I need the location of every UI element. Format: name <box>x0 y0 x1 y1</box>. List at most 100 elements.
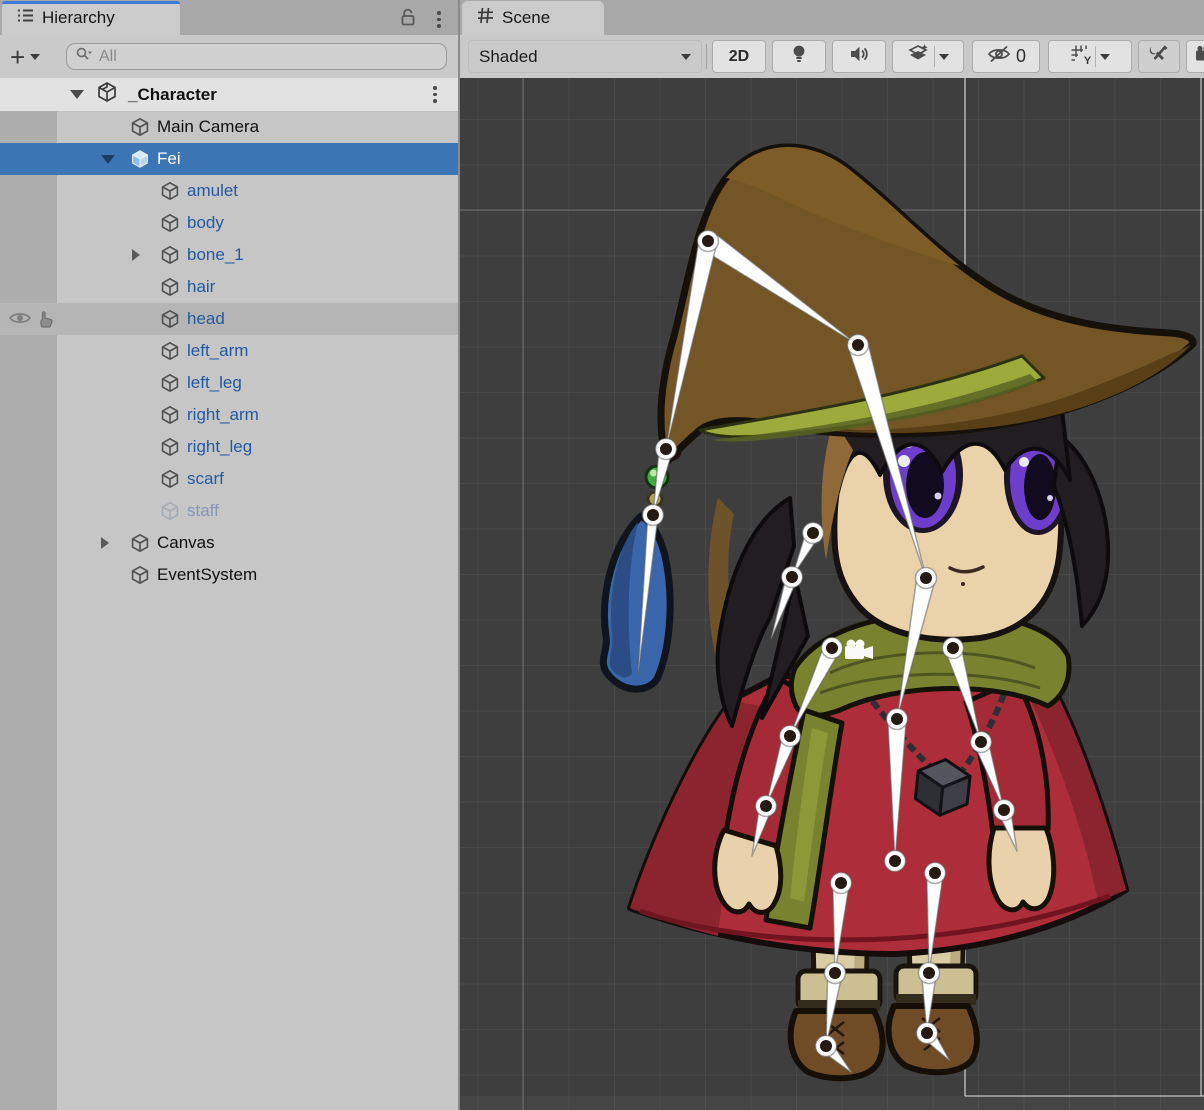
bone-joint-hat-tip[interactable] <box>656 439 677 460</box>
hierarchy-item-left_arm[interactable]: left_arm <box>0 335 458 367</box>
hat-feather <box>603 444 680 689</box>
toolbar-separator <box>706 44 707 69</box>
camera-icon <box>1194 44 1204 69</box>
cube-icon <box>160 501 180 521</box>
search-input[interactable] <box>97 47 438 67</box>
hierarchy-item-right_leg[interactable]: right_leg <box>0 431 458 463</box>
hierarchy-tab-label: Hierarchy <box>42 8 115 28</box>
item-label: head <box>187 309 225 329</box>
draw-mode-dropdown[interactable]: Shaded <box>468 40 702 73</box>
bone-joint-hat-mid[interactable] <box>848 335 869 356</box>
hierarchy-item-amulet[interactable]: amulet <box>0 175 458 207</box>
bone-joint-hat-top[interactable] <box>698 231 719 252</box>
hierarchy-item-head[interactable]: head <box>0 303 458 335</box>
scene-panel: Scene Shaded 2D <box>460 0 1204 1110</box>
hidden-objects-button[interactable]: 0 <box>972 40 1040 73</box>
hierarchy-item-fei[interactable]: Fei <box>0 143 458 175</box>
dropdown-caret-icon[interactable] <box>1100 54 1110 60</box>
eye-icon[interactable] <box>8 309 32 332</box>
bone-joint-hair-a[interactable] <box>803 523 824 544</box>
scene-lighting-button[interactable] <box>772 40 826 73</box>
bone-joint-chest[interactable] <box>887 709 908 730</box>
item-label: EventSystem <box>157 565 257 585</box>
expander-icon[interactable] <box>101 155 115 164</box>
unity-editor-window: Hierarchy + <box>0 0 1204 1110</box>
expander-icon[interactable] <box>132 249 140 261</box>
bone-joint-hair-b[interactable] <box>782 567 803 588</box>
hierarchy-window-controls <box>398 6 448 33</box>
item-label: left_arm <box>187 341 248 361</box>
bone-joint-l-elbow[interactable] <box>780 726 801 747</box>
bone-joint-feather[interactable] <box>643 505 664 526</box>
dropdown-caret-icon <box>30 54 40 60</box>
tool-settings-button[interactable] <box>1138 40 1180 73</box>
tab-scene[interactable]: Scene <box>462 1 604 35</box>
cube-icon <box>160 309 180 329</box>
tab-hierarchy[interactable]: Hierarchy <box>2 1 180 35</box>
item-label: right_leg <box>187 437 252 457</box>
bone-joint-r-ankle[interactable] <box>917 1023 938 1044</box>
cube-icon <box>160 341 180 361</box>
hierarchy-panel: Hierarchy + <box>0 0 458 1110</box>
hierarchy-list-icon <box>16 6 35 30</box>
scene-viewport[interactable] <box>460 78 1204 1110</box>
eye-hidden-icon <box>986 44 1012 69</box>
item-label: right_arm <box>187 405 259 425</box>
expander-icon[interactable] <box>101 537 109 549</box>
scene-name-label: _Character <box>128 85 217 105</box>
bone-joint-l-knee[interactable] <box>825 963 846 984</box>
cube-icon <box>160 245 180 265</box>
hierarchy-item-canvas[interactable]: Canvas <box>0 527 458 559</box>
bone-joint-r-knee[interactable] <box>919 963 940 984</box>
grid-visibility-button[interactable]: Y <box>1048 40 1132 73</box>
scene-header-row[interactable]: _Character <box>0 78 458 112</box>
bone-joint-l-shoulder[interactable] <box>822 638 843 659</box>
hierarchy-item-left_leg[interactable]: left_leg <box>0 367 458 399</box>
hierarchy-item-scarf[interactable]: scarf <box>0 463 458 495</box>
tool-settings-icon <box>1148 43 1170 70</box>
bone-joint-pelvis[interactable] <box>885 851 906 872</box>
bone-joint-r-shoulder[interactable] <box>943 638 964 659</box>
plus-icon: + <box>10 46 25 68</box>
cube-icon <box>130 117 150 137</box>
scene-tabbar: Scene <box>460 0 1204 36</box>
scene-audio-button[interactable] <box>832 40 886 73</box>
bone-joint-jaw[interactable] <box>916 568 937 589</box>
hierarchy-item-hair[interactable]: hair <box>0 271 458 303</box>
hat <box>661 147 1193 463</box>
bone-joint-l-hip[interactable] <box>831 873 852 894</box>
item-label: Fei <box>157 149 181 169</box>
scene-camera-button[interactable] <box>1186 40 1204 73</box>
hierarchy-item-body[interactable]: body <box>0 207 458 239</box>
cube-icon <box>160 405 180 425</box>
bone-joint-r-hip[interactable] <box>925 863 946 884</box>
pick-icon[interactable] <box>36 309 56 334</box>
hierarchy-search-field[interactable] <box>66 43 447 70</box>
bone-joint-l-ankle[interactable] <box>816 1036 837 1057</box>
item-label: scarf <box>187 469 224 489</box>
effects-layers-icon <box>908 43 930 70</box>
scene-header-kebab-icon[interactable] <box>426 84 444 106</box>
bone-joint-r-wrist[interactable] <box>994 800 1015 821</box>
cube-icon <box>130 533 150 553</box>
cube-icon <box>160 277 180 297</box>
hierarchy-kebab-menu-icon[interactable] <box>430 9 448 31</box>
hierarchy-item-right_arm[interactable]: right_arm <box>0 399 458 431</box>
create-object-button[interactable]: + <box>10 46 40 68</box>
toggle-2d-button[interactable]: 2D <box>712 40 766 73</box>
bone-joint-r-elbow[interactable] <box>971 732 992 753</box>
scene-effects-button[interactable] <box>892 40 964 73</box>
dropdown-caret-icon[interactable] <box>939 54 949 60</box>
hierarchy-item-main-camera[interactable]: Main Camera <box>0 111 458 143</box>
grid-axis-label: Y <box>1084 55 1091 67</box>
hierarchy-item-eventsystem[interactable]: EventSystem <box>0 559 458 591</box>
button-divider <box>934 46 935 67</box>
draw-mode-label: Shaded <box>479 47 538 67</box>
hierarchy-item-bone_1[interactable]: bone_1 <box>0 239 458 271</box>
unlocked-padlock-icon[interactable] <box>398 6 418 33</box>
dress <box>630 676 1126 954</box>
lightbulb-icon <box>789 43 809 70</box>
bone-joint-l-wrist[interactable] <box>756 796 777 817</box>
hierarchy-item-staff[interactable]: staff <box>0 495 458 527</box>
scene-expander-icon[interactable] <box>70 90 84 99</box>
